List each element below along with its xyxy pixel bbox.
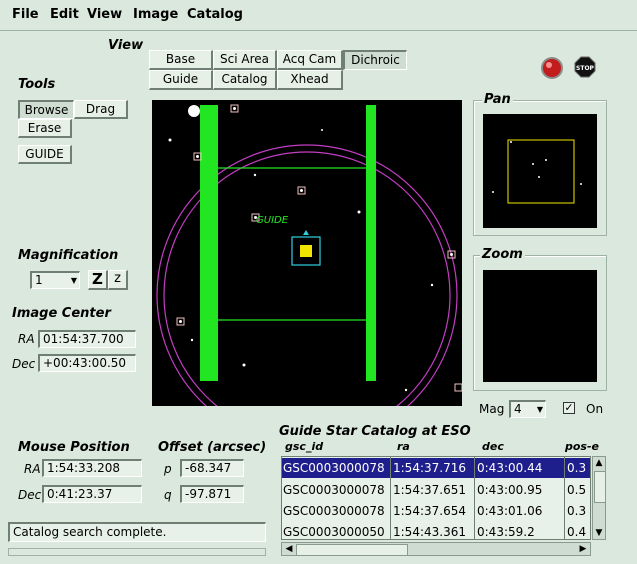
magnification-select[interactable]: 1 ▼: [30, 271, 80, 289]
column-divider: [390, 457, 391, 539]
pan-canvas[interactable]: [483, 114, 597, 228]
scroll-right-icon[interactable]: ▶: [578, 544, 588, 554]
catalog-table[interactable]: GSC0003000078 1:54:37.716 0:43:00.44 0.3…: [281, 456, 591, 540]
progress-bar: [8, 548, 266, 556]
cell-pos-e: 0.3: [567, 504, 587, 518]
mouse-dec-label: Dec: [18, 488, 42, 502]
view-label: View: [108, 38, 144, 53]
mouse-ra-label: RA: [24, 462, 41, 476]
offset-label: Offset (arcsec): [158, 440, 267, 455]
scroll-left-icon[interactable]: ◀: [284, 544, 294, 554]
offset-p-label: p: [164, 462, 172, 476]
cell-pos-e: 0.3: [567, 461, 587, 475]
column-divider: [564, 457, 565, 539]
tab-guide[interactable]: Guide: [149, 70, 213, 90]
zoom-label: Zoom: [480, 247, 525, 262]
catalog-hscrollbar[interactable]: ◀ ▶: [281, 542, 591, 556]
offset-p-field: -68.347: [180, 459, 244, 477]
tab-catalog[interactable]: Catalog: [213, 70, 277, 90]
magnification-label: Magnification: [18, 248, 119, 263]
table-row[interactable]: GSC0003000078 1:54:37.716 0:43:00.44 0.3: [282, 458, 590, 478]
cell-gsc-id: GSC0003000078: [283, 483, 385, 497]
tab-base[interactable]: Base: [149, 50, 213, 70]
tools-label: Tools: [18, 77, 56, 92]
menu-edit[interactable]: Edit: [50, 7, 79, 22]
checkmark-icon: ✓: [564, 401, 574, 414]
menubar: File Edit View Image Catalog: [0, 0, 637, 31]
tab-dichroic[interactable]: Dichroic: [343, 50, 407, 70]
cell-dec: 0:43:59.2: [477, 525, 535, 539]
cell-ra: 1:54:37.716: [393, 461, 466, 475]
catalog-vscrollbar[interactable]: ▲ ▼: [592, 456, 606, 540]
col-header-pos-e[interactable]: pos-e: [565, 440, 599, 453]
zoom-in-button[interactable]: Z: [88, 270, 108, 290]
menu-file[interactable]: File: [12, 7, 39, 22]
browse-button[interactable]: Browse: [18, 100, 74, 119]
cell-pos-e: 0.5: [567, 483, 587, 497]
image-center-ra-label: RA: [18, 332, 35, 346]
red-light-icon[interactable]: [540, 56, 564, 80]
image-center-label: Image Center: [12, 306, 111, 321]
column-divider: [474, 457, 475, 539]
drag-button[interactable]: Drag: [74, 100, 128, 119]
mouse-ra-field: 1:54:33.208: [42, 459, 142, 477]
zoom-mag-select[interactable]: 4 ▼: [509, 400, 546, 418]
col-header-gsc-id[interactable]: gsc_id: [285, 440, 323, 453]
dropdown-arrow-icon: ▼: [70, 276, 77, 285]
dropdown-arrow-icon: ▼: [536, 405, 543, 414]
tab-acq-cam[interactable]: Acq Cam: [277, 50, 343, 70]
zoom-out-button[interactable]: z: [108, 270, 128, 290]
magnification-value: 1: [35, 273, 43, 287]
image-center-dec-field[interactable]: +00:43:00.50: [38, 354, 136, 372]
zoom-canvas: [483, 270, 597, 382]
image-center-ra-field[interactable]: 01:54:37.700: [38, 330, 136, 348]
image-center-dec-label: Dec: [12, 357, 36, 371]
cell-dec: 0:43:01.06: [477, 504, 543, 518]
zoom-on-label: On: [586, 402, 604, 416]
cell-pos-e: 0.4: [567, 525, 587, 539]
stop-sign-icon[interactable]: STOP: [574, 56, 596, 78]
cell-dec: 0:43:00.95: [477, 483, 543, 497]
vscroll-thumb[interactable]: [594, 471, 606, 503]
table-row[interactable]: GSC0003000078 1:54:37.654 0:43:01.06 0.3: [282, 501, 590, 521]
zoom-mag-label: Mag: [479, 402, 505, 416]
pan-label: Pan: [482, 92, 513, 107]
cell-gsc-id: GSC0003000050: [283, 525, 385, 539]
table-row[interactable]: GSC0003000050 1:54:43.361 0:43:59.2 0.4: [282, 522, 590, 539]
offset-q-label: q: [164, 488, 172, 502]
cell-ra: 1:54:37.651: [393, 483, 466, 497]
menu-catalog[interactable]: Catalog: [187, 7, 243, 22]
cell-gsc-id: GSC0003000078: [283, 461, 385, 475]
col-header-dec[interactable]: dec: [482, 440, 504, 453]
cell-ra: 1:54:43.361: [393, 525, 466, 539]
cell-ra: 1:54:37.654: [393, 504, 466, 518]
scroll-up-icon[interactable]: ▲: [594, 458, 604, 468]
table-row[interactable]: GSC0003000078 1:54:37.651 0:43:00.95 0.5: [282, 480, 590, 500]
cell-gsc-id: GSC0003000078: [283, 504, 385, 518]
hscroll-thumb[interactable]: [296, 544, 408, 556]
guide-probe-label: GUIDE: [256, 215, 289, 226]
cell-dec: 0:43:00.44: [477, 461, 543, 475]
mouse-dec-field: 0:41:23.37: [42, 485, 142, 503]
tab-sci-area[interactable]: Sci Area: [213, 50, 277, 70]
image-canvas[interactable]: GUIDE: [152, 100, 462, 406]
mouse-position-label: Mouse Position: [18, 440, 130, 455]
offset-q-field: -97.871: [180, 485, 244, 503]
guide-button[interactable]: GUIDE: [18, 145, 72, 164]
status-bar: Catalog search complete.: [8, 522, 266, 542]
zoom-mag-value: 4: [514, 402, 522, 416]
menu-view[interactable]: View: [87, 7, 122, 22]
svg-text:STOP: STOP: [576, 65, 595, 72]
menu-image[interactable]: Image: [133, 7, 178, 22]
col-header-ra[interactable]: ra: [397, 440, 410, 453]
zoom-on-checkbox[interactable]: ✓: [563, 402, 575, 414]
erase-button[interactable]: Erase: [18, 119, 72, 138]
tab-xhead[interactable]: Xhead: [277, 70, 343, 90]
scroll-down-icon[interactable]: ▼: [594, 528, 604, 538]
catalog-title: Guide Star Catalog at ESO: [279, 424, 471, 439]
